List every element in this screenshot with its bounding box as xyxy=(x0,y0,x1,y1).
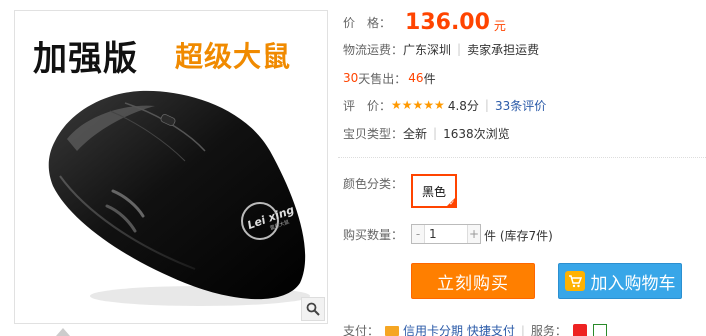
color-label: 颜色分类： xyxy=(343,176,404,191)
color-row: 颜色分类： xyxy=(343,174,403,192)
shipping-label: 物流运费： xyxy=(343,42,404,57)
sales-label: 天售出： xyxy=(358,71,407,86)
payment-methods[interactable]: 信用卡分期 快捷支付 xyxy=(403,322,515,336)
quantity-stock: 件 (库存7件) xyxy=(484,229,553,243)
quantity-increase-button[interactable]: + xyxy=(468,225,480,243)
payment-service-row: 支付： 信用卡分期 快捷支付 | 服务： xyxy=(343,322,607,336)
quantity-stepper: - + xyxy=(411,224,481,244)
color-option-label: 黑色 xyxy=(421,184,446,199)
sales-count: 46 xyxy=(408,71,424,85)
cart-icon xyxy=(564,271,585,291)
price-value: 136.00 xyxy=(405,9,490,35)
quantity-row: 购买数量： xyxy=(343,225,403,243)
zoom-button[interactable] xyxy=(301,297,325,321)
credit-card-icon xyxy=(385,325,400,336)
product-image[interactable]: 加强版 超级大鼠 Lei xing 雷星大鼠 xyxy=(14,10,328,324)
checkmark-icon: ✓ xyxy=(449,199,455,207)
quantity-label: 购买数量： xyxy=(343,227,404,242)
add-to-cart-button[interactable]: 加入购物车 xyxy=(558,263,682,299)
add-to-cart-label: 加入购物车 xyxy=(590,273,676,294)
shipping-fee-note: 卖家承担运费 xyxy=(467,42,540,57)
rating-stars: ★★★★★ xyxy=(391,98,445,112)
payment-label: 支付： xyxy=(343,324,380,336)
divider-bar: | xyxy=(457,42,462,56)
section-divider xyxy=(338,157,706,158)
shipping-location: 广东深圳 xyxy=(403,42,452,57)
price-unit: 元 xyxy=(493,18,506,33)
sales-days: 30 xyxy=(343,71,359,85)
magnifier-icon xyxy=(306,302,320,316)
service-label: 服务： xyxy=(530,324,567,336)
item-views: 1638次浏览 xyxy=(443,126,510,141)
buy-now-label: 立刻购买 xyxy=(437,273,509,294)
rating-row: 评 价： ★★★★★ 4.8分 | 33条评价 xyxy=(343,96,546,114)
buy-now-button[interactable]: 立刻购买 xyxy=(411,263,535,299)
item-type-label: 宝贝类型： xyxy=(343,126,404,141)
item-type-row: 宝贝类型： 全新 | 1638次浏览 xyxy=(343,124,510,142)
divider-bar: | xyxy=(484,98,489,112)
color-option-black[interactable]: 黑色 ✓ xyxy=(411,174,457,208)
reviews-link[interactable]: 33条评价 xyxy=(495,97,546,114)
divider-bar: | xyxy=(433,126,438,140)
sales-unit: 件 xyxy=(423,71,436,86)
rating-score: 4.8分 xyxy=(447,98,479,113)
service-guarantee-icon[interactable] xyxy=(592,323,607,336)
price-row: 价 格： 136.00 元 xyxy=(343,8,506,36)
shipping-row: 物流运费： 广东深圳 | 卖家承担运费 xyxy=(343,40,539,58)
service-seven-day-icon[interactable] xyxy=(572,323,587,336)
divider-bar: | xyxy=(520,323,525,336)
sales-row: 30 天售出： 46 件 xyxy=(343,69,436,87)
mouse-photo: Lei xing 雷星大鼠 xyxy=(48,90,310,306)
quantity-decrease-button[interactable]: - xyxy=(412,225,424,243)
rating-label: 评 价： xyxy=(343,98,392,113)
thumbnail-arrow-icon[interactable] xyxy=(56,328,70,336)
quantity-input[interactable] xyxy=(424,225,468,243)
price-label: 价 格： xyxy=(343,15,392,30)
item-condition: 全新 xyxy=(403,126,428,141)
